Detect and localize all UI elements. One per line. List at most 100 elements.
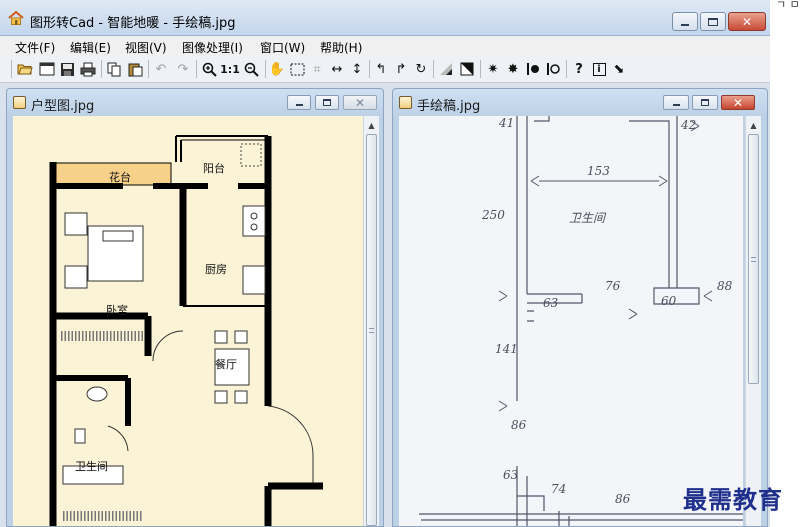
maximize-button[interactable]	[700, 12, 726, 31]
sketch-dim-86-bottom: 86	[615, 492, 631, 506]
room-label-flower-bed: 花台	[109, 171, 131, 184]
brightness-up-icon[interactable]: ✷	[484, 60, 502, 78]
close-button[interactable]: ✕	[728, 12, 766, 31]
pan-hand-icon[interactable]: ✋	[268, 60, 286, 78]
toolbar-separator	[148, 60, 149, 78]
zoom-out-icon[interactable]	[242, 60, 260, 78]
toolbar-separator	[433, 60, 434, 78]
floorplan-window: 户型图.jpg ✕ 花台 阳台 厨房 卧室 餐厅 卫生间 ▲	[6, 88, 384, 527]
maximize-icon	[708, 17, 718, 26]
scroll-up-arrow-icon[interactable]: ▲	[364, 118, 379, 133]
close-icon: ✕	[354, 95, 366, 110]
close-icon: ✕	[732, 95, 744, 110]
flip-vertical-icon[interactable]: ↕	[348, 60, 366, 78]
menu-window[interactable]: 窗口(W)	[260, 39, 305, 56]
help-icon[interactable]: ?	[570, 60, 588, 78]
blur-icon[interactable]	[544, 60, 562, 78]
rotate-left-icon[interactable]: ↰	[372, 60, 390, 78]
invert-icon[interactable]	[458, 60, 476, 78]
minimize-icon	[672, 104, 680, 106]
menu-help[interactable]: 帮助(H)	[320, 39, 362, 56]
toolbar-separator	[265, 60, 266, 78]
actual-size-icon[interactable]: 1:1	[220, 60, 240, 78]
sketch-scroll-thumb[interactable]	[748, 134, 759, 384]
undo-icon[interactable]: ↶	[152, 60, 170, 78]
sketch-dim-63-top: 63	[543, 296, 559, 310]
rotate-icon[interactable]: ↻	[412, 60, 430, 78]
paste-icon[interactable]	[126, 60, 144, 78]
sketch-dim-141: 141	[495, 342, 518, 356]
crop-icon[interactable]: ⌗	[308, 60, 326, 78]
sketch-minimize-button[interactable]	[663, 95, 689, 110]
toolbar-separator	[566, 60, 567, 78]
menu-view[interactable]: 视图(V)	[125, 39, 167, 56]
toolbar-separator	[101, 60, 102, 78]
contrast-icon[interactable]	[437, 60, 455, 78]
sketch-window: 手绘稿.jpg ✕ 41 42 153 250 卫生间 76 88 63 60 …	[392, 88, 768, 527]
sketch-dim-63-bottom: 63	[503, 468, 519, 482]
room-label-balcony: 阳台	[203, 162, 225, 175]
floorplan-image	[13, 116, 363, 526]
maximize-icon	[701, 99, 709, 106]
info-glyph: i	[592, 62, 606, 76]
floorplan-titlebar: 户型图.jpg ✕	[7, 89, 383, 115]
sketch-maximize-button[interactable]	[692, 95, 718, 110]
main-titlebar: 图形转Cad - 智能地暖 - 手绘稿.jpg ✕	[0, 0, 770, 36]
sharpen-icon[interactable]	[524, 60, 542, 78]
redo-icon[interactable]: ↷	[174, 60, 192, 78]
room-label-dining: 餐厅	[215, 358, 237, 371]
save-icon[interactable]	[58, 60, 76, 78]
select-rect-icon[interactable]	[288, 60, 306, 78]
menu-edit[interactable]: 编辑(E)	[70, 39, 111, 56]
print-icon[interactable]	[79, 60, 97, 78]
image-file-icon	[13, 96, 26, 109]
toolbar: ↶ ↷ 1:1 ✋ ⌗ ↔ ↕ ↰ ↱ ↻ ✷ ✸ ? i ⬊	[0, 56, 770, 83]
floorplan-close-button[interactable]: ✕	[343, 95, 377, 110]
zoom-in-icon[interactable]	[200, 60, 218, 78]
minimize-icon	[681, 23, 689, 26]
sketch-room-name: 卫生间	[569, 211, 606, 225]
watermark-text: 最需教育	[683, 485, 783, 514]
floorplan-minimize-button[interactable]	[287, 95, 311, 110]
menu-image-processing[interactable]: 图像处理(I)	[182, 39, 243, 56]
window-title: 图形转Cad - 智能地暖 - 手绘稿.jpg	[30, 16, 236, 31]
scroll-up-arrow-icon[interactable]: ▲	[746, 118, 761, 133]
scroll-grip-icon	[751, 257, 756, 262]
floorplan-maximize-button[interactable]	[315, 95, 339, 110]
menu-file[interactable]: 文件(F)	[15, 39, 55, 56]
toolbar-separator	[369, 60, 370, 78]
menu-bar: 文件(F) 编辑(E) 视图(V) 图像处理(I) 窗口(W) 帮助(H)	[0, 36, 770, 56]
pointer-icon[interactable]: ⬊	[610, 60, 628, 78]
maximize-icon	[323, 99, 331, 106]
room-label-bedroom: 卧室	[106, 304, 128, 317]
image-file-icon	[399, 96, 412, 109]
sketch-dim-86-mid: 86	[511, 418, 527, 432]
flip-horizontal-icon[interactable]: ↔	[328, 60, 346, 78]
toolbar-separator	[480, 60, 481, 78]
floorplan-title: 户型图.jpg	[31, 99, 95, 114]
sketch-canvas[interactable]: 41 42 153 250 卫生间 76 88 63 60 141 86 63 …	[399, 116, 743, 526]
open-folder-icon[interactable]	[16, 60, 34, 78]
corner-fragment: ㄱ ㅁ	[776, 0, 800, 11]
sketch-dim-153: 153	[587, 164, 610, 178]
toolbar-grip	[11, 60, 12, 78]
info-icon[interactable]: i	[590, 60, 608, 78]
floorplan-vertical-scrollbar[interactable]: ▲	[363, 116, 379, 526]
brightness-down-icon[interactable]: ✸	[504, 60, 522, 78]
sketch-dim-42: 42	[681, 118, 697, 132]
floorplan-scroll-thumb[interactable]	[366, 134, 377, 526]
copy-icon[interactable]	[105, 60, 123, 78]
scroll-grip-icon	[369, 328, 374, 333]
sketch-close-button[interactable]: ✕	[721, 95, 755, 110]
floorplan-canvas[interactable]: 花台 阳台 厨房 卧室 餐厅 卫生间	[13, 116, 363, 526]
window-icon[interactable]	[38, 60, 56, 78]
home-app-icon	[8, 11, 24, 25]
sketch-dim-88: 88	[717, 279, 733, 293]
sketch-vertical-scrollbar[interactable]: ▲	[745, 116, 761, 526]
rotate-right-icon[interactable]: ↱	[392, 60, 410, 78]
minimize-button[interactable]	[672, 12, 698, 31]
toolbar-separator	[196, 60, 197, 78]
sketch-dim-60: 60	[661, 294, 677, 308]
sketch-dim-76: 76	[605, 279, 621, 293]
sketch-title: 手绘稿.jpg	[417, 99, 481, 114]
